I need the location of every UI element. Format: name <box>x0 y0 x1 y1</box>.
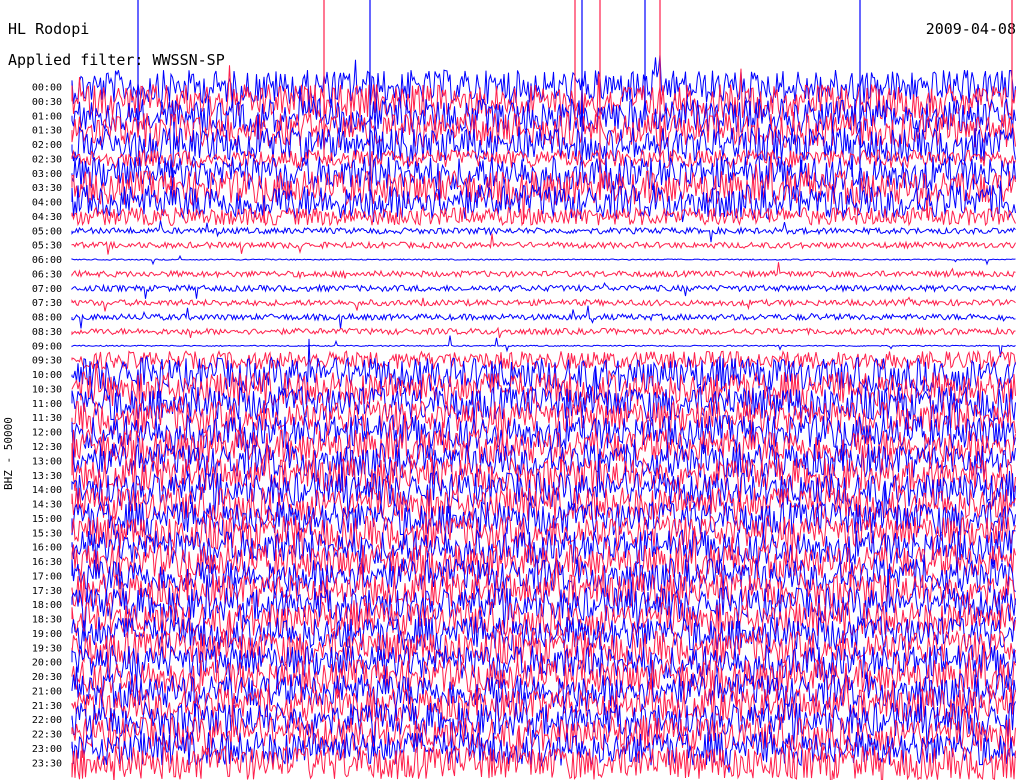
time-tick-label: 01:30 <box>32 126 62 137</box>
trace-line <box>71 296 1016 312</box>
time-tick-label: 19:30 <box>32 643 62 654</box>
trace-line <box>71 254 1016 266</box>
time-tick-label: 16:30 <box>32 557 62 568</box>
trace-group <box>71 0 1016 780</box>
trace-line <box>71 335 1016 358</box>
time-tick-label: 22:30 <box>32 730 62 741</box>
time-tick-label: 09:00 <box>32 341 62 352</box>
time-tick-label: 12:00 <box>32 428 62 439</box>
time-tick-label: 15:00 <box>32 514 62 525</box>
time-tick-label: 06:30 <box>32 269 62 280</box>
trace-line <box>71 220 1016 243</box>
tick-label-group: 00:00 00:30 01:00 01:30 02:00 02:30 03:00 03:30… <box>32 83 62 770</box>
time-tick-label: 07:00 <box>32 284 62 295</box>
time-tick-label: 14:30 <box>32 500 62 511</box>
time-tick-label: 09:30 <box>32 356 62 367</box>
time-tick-label: 08:00 <box>32 313 62 324</box>
time-tick-label: 14:00 <box>32 485 62 496</box>
time-tick-label: 08:30 <box>32 327 62 338</box>
time-tick-label: 20:00 <box>32 658 62 669</box>
time-tick-label: 15:30 <box>32 528 62 539</box>
time-tick-label: 00:30 <box>32 97 62 108</box>
time-tick-label: 05:30 <box>32 241 62 252</box>
time-tick-label: 18:30 <box>32 615 62 626</box>
trace-line <box>71 281 1016 299</box>
time-tick-label: 23:30 <box>32 758 62 769</box>
y-axis-label: BHZ - 50000 <box>2 417 15 490</box>
trace-line <box>71 262 1016 280</box>
time-tick-label: 06:00 <box>32 255 62 266</box>
time-tick-label: 23:00 <box>32 744 62 755</box>
time-tick-label: 19:00 <box>32 629 62 640</box>
time-tick-label: 05:00 <box>32 226 62 237</box>
time-tick-label: 13:00 <box>32 456 62 467</box>
time-tick-label: 03:30 <box>32 183 62 194</box>
time-tick-label: 21:30 <box>32 701 62 712</box>
filter-label: Applied filter: WWSSN-SP <box>8 51 225 69</box>
trace-line <box>71 726 1016 780</box>
time-tick-label: 00:00 <box>32 83 62 94</box>
time-tick-label: 12:30 <box>32 442 62 453</box>
time-tick-label: 10:30 <box>32 384 62 395</box>
time-tick-label: 10:00 <box>32 370 62 381</box>
time-tick-label: 20:30 <box>32 672 62 683</box>
trace-line <box>71 233 1016 255</box>
time-tick-label: 01:00 <box>32 111 62 122</box>
time-tick-label: 02:30 <box>32 154 62 165</box>
time-tick-label: 07:30 <box>32 298 62 309</box>
time-tick-label: 03:00 <box>32 169 62 180</box>
time-tick-label: 21:00 <box>32 686 62 697</box>
time-tick-label: 22:00 <box>32 715 62 726</box>
time-tick-label: 13:30 <box>32 471 62 482</box>
time-tick-label: 18:00 <box>32 600 62 611</box>
time-tick-label: 11:00 <box>32 399 62 410</box>
time-tick-label: 04:00 <box>32 198 62 209</box>
trace-line <box>71 326 1016 339</box>
time-tick-label: 11:30 <box>32 413 62 424</box>
time-tick-label: 04:30 <box>32 212 62 223</box>
helicorder-plot: 00:00 00:30 01:00 01:30 02:00 02:30 03:00 03:30… <box>32 0 1016 780</box>
time-tick-label: 17:30 <box>32 586 62 597</box>
time-tick-label: 16:00 <box>32 543 62 554</box>
trace-line <box>71 305 1016 329</box>
time-tick-label: 02:00 <box>32 140 62 151</box>
time-tick-label: 17:00 <box>32 571 62 582</box>
